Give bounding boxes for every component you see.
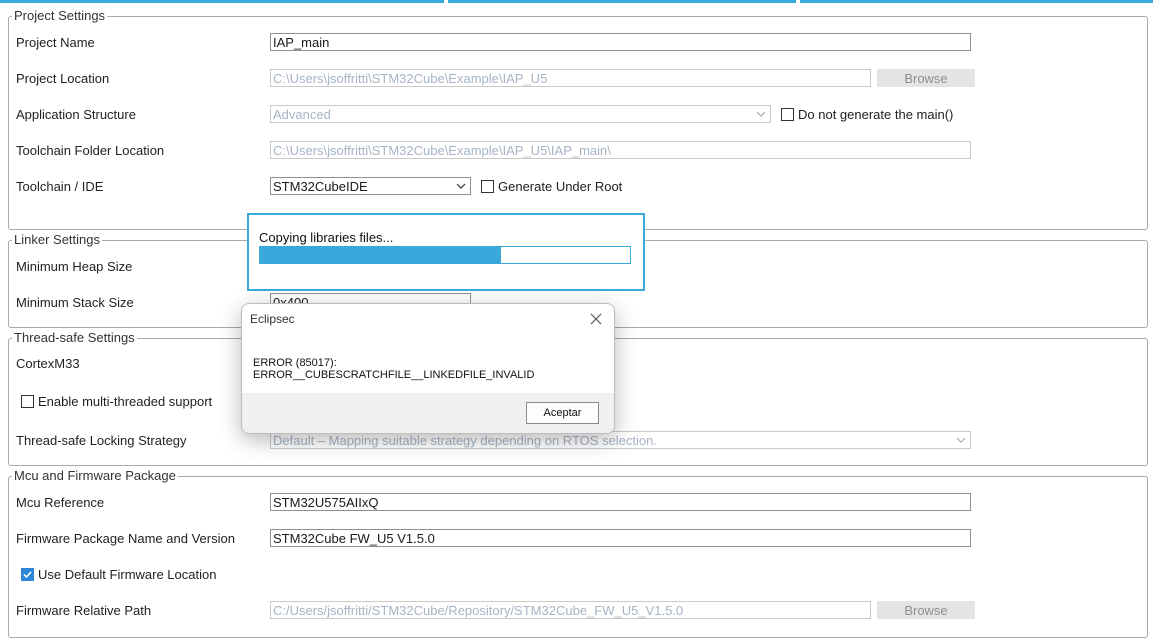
mcu-firmware-legend: Mcu and Firmware Package [12,468,178,483]
generate-under-root-checkbox[interactable] [481,180,494,193]
progress-bar [259,246,631,264]
project-location-browse-button[interactable]: Browse [877,69,975,87]
project-name-label: Project Name [16,35,95,50]
multi-thread-label: Enable multi-threaded support [38,394,213,409]
accept-button[interactable]: Aceptar [526,402,599,424]
project-location-label: Project Location [16,71,110,86]
error-dialog-body: ERROR (85017): ERROR__CUBESCRATCHFILE__L… [242,334,614,393]
app-structure-value: Advanced [273,107,331,122]
fw-name-input[interactable]: STM32Cube FW_U5 V1.5.0 [270,529,971,547]
progress-dialog: Copying libraries files... [247,213,645,291]
locking-strategy-label: Thread-safe Locking Strategy [16,433,187,448]
error-dialog-footer: Aceptar [242,393,614,433]
error-dialog: Eclipsec ERROR (85017): ERROR__CUBESCRAT… [241,303,615,434]
app-structure-select: Advanced [270,105,771,123]
error-dialog-title: Eclipsec [250,312,295,326]
linker-settings-legend: Linker Settings [12,232,102,247]
generate-under-root-label: Generate Under Root [498,179,623,194]
thread-safe-legend: Thread-safe Settings [12,330,137,345]
project-settings-legend: Project Settings [12,8,108,23]
toolchain-ide-value: STM32CubeIDE [273,179,368,194]
fw-name-label: Firmware Package Name and Version [16,531,235,546]
min-stack-label: Minimum Stack Size [16,295,134,310]
no-main-checkbox[interactable] [781,108,794,121]
use-default-fw-checkbox[interactable] [21,568,34,581]
mcu-ref-input[interactable]: STM32U575AIIxQ [270,493,971,511]
use-default-fw-label: Use Default Firmware Location [38,567,217,582]
core-label: CortexM33 [16,356,80,371]
chevron-down-icon [956,437,966,443]
toolchain-ide-label: Toolchain / IDE [16,179,104,194]
toolchain-folder-label: Toolchain Folder Location [16,143,165,158]
fw-path-input: C:/Users/jsoffritti/STM32Cube/Repository… [270,601,871,619]
toolchain-ide-select[interactable]: STM32CubeIDE [270,177,471,195]
chevron-down-icon [456,183,466,189]
progress-message: Copying libraries files... [259,230,394,245]
mcu-ref-label: Mcu Reference [16,495,105,510]
chevron-down-icon [756,111,766,117]
close-icon[interactable] [586,309,606,329]
multi-thread-checkbox[interactable] [21,395,34,408]
error-message: ERROR (85017): ERROR__CUBESCRATCHFILE__L… [253,357,535,381]
app-structure-label: Application Structure [16,107,136,122]
fw-path-browse-button[interactable]: Browse [877,601,975,619]
fw-path-label: Firmware Relative Path [16,603,152,618]
min-heap-label: Minimum Heap Size [16,259,133,274]
project-name-input[interactable]: IAP_main [270,33,971,51]
progress-bar-fill [260,247,501,263]
project-location-input: C:\Users\jsoffritti\STM32Cube\Example\IA… [270,69,871,87]
check-icon [23,571,32,579]
top-accent-bar [0,0,1153,6]
toolchain-folder-input: C:\Users\jsoffritti\STM32Cube\Example\IA… [270,141,971,159]
no-main-label: Do not generate the main() [798,107,954,122]
locking-strategy-value: Default – Mapping suitable strategy depe… [273,433,657,448]
